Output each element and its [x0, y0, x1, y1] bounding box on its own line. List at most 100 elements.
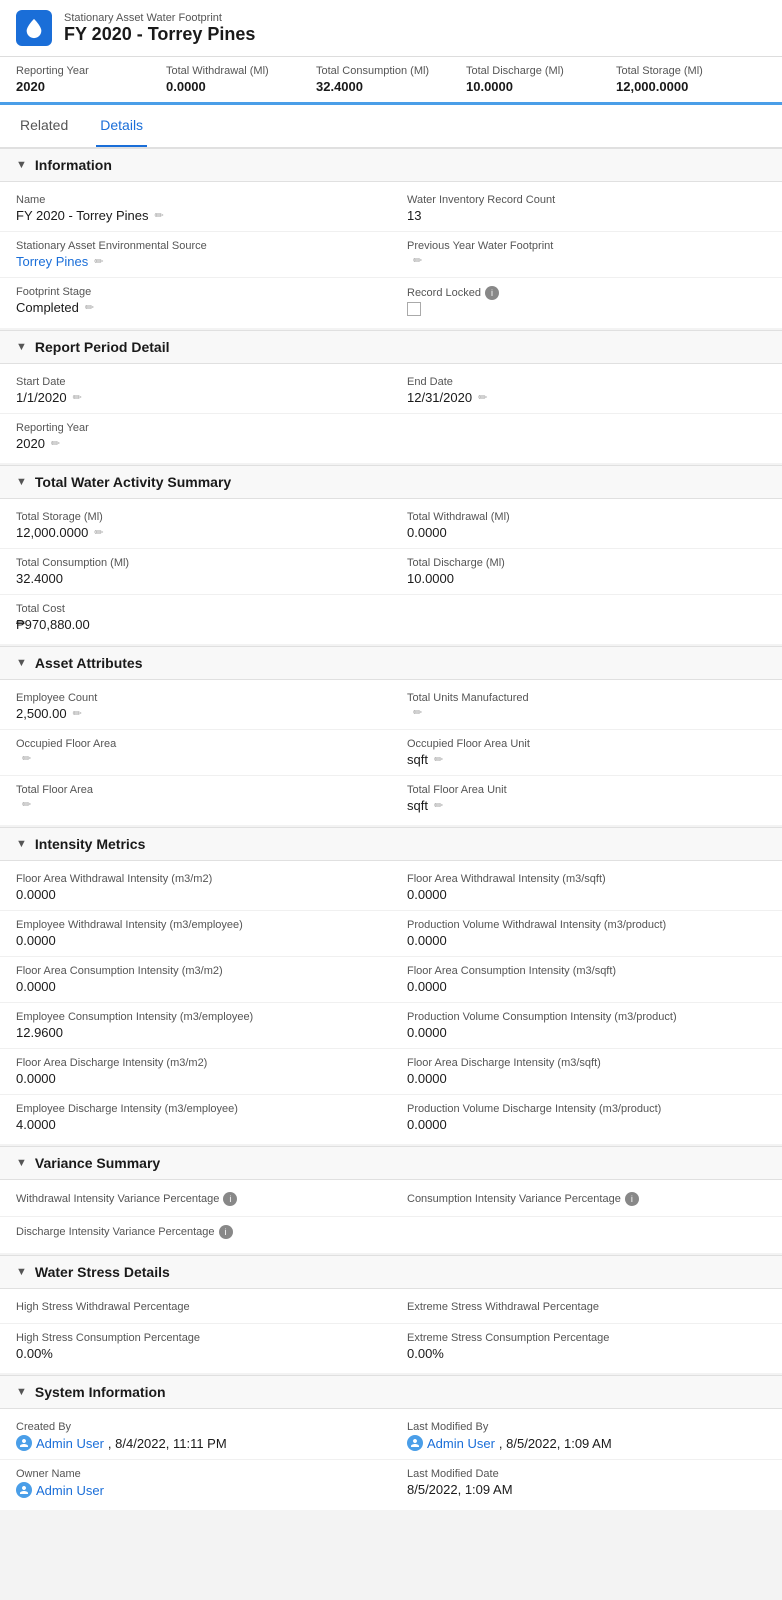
field-record-locked: Record Locked i: [391, 278, 782, 324]
section-water-stress: ▼ Water Stress Details High Stress Withd…: [0, 1255, 782, 1373]
information-fields: Name FY 2020 - Torrey Pines ✏ Water Inve…: [0, 182, 782, 328]
edit-icon[interactable]: ✏: [73, 707, 82, 720]
field-row: Floor Area Withdrawal Intensity (m3/m2)0…: [0, 865, 782, 911]
field-empty: [391, 414, 782, 459]
edit-icon[interactable]: ✏: [434, 799, 443, 812]
field-env-source-value[interactable]: Torrey Pines ✏: [16, 254, 375, 269]
section-system-info: ▼ System Information Created By Admin Us…: [0, 1375, 782, 1510]
asset-attributes-fields: Employee Count 2,500.00 ✏ Total Units Ma…: [0, 680, 782, 825]
edit-icon[interactable]: ✏: [154, 209, 163, 222]
field-record-locked-value: [407, 302, 766, 316]
system-info-fields: Created By Admin User, 8/4/2022, 11:11 P…: [0, 1409, 782, 1510]
section-water-activity-header[interactable]: ▼ Total Water Activity Summary: [0, 465, 782, 499]
field-occupied-floor-unit: Occupied Floor Area Unit sqft ✏: [391, 730, 782, 775]
field-row: Discharge Intensity Variance Percentage …: [0, 1217, 782, 1249]
field-withdrawal-variance: Withdrawal Intensity Variance Percentage…: [0, 1184, 391, 1216]
field-intensity-metric: Production Volume Discharge Intensity (m…: [391, 1095, 782, 1140]
header: Stationary Asset Water Footprint FY 2020…: [0, 0, 782, 148]
field-prev-footprint: Previous Year Water Footprint ✏: [391, 232, 782, 277]
created-by-link[interactable]: Admin User: [36, 1436, 104, 1451]
field-row: Occupied Floor Area ✏ Occupied Floor Are…: [0, 730, 782, 776]
field-row: Withdrawal Intensity Variance Percentage…: [0, 1184, 782, 1217]
section-asset-attributes-header[interactable]: ▼ Asset Attributes: [0, 646, 782, 680]
chevron-icon: ▼: [16, 657, 27, 669]
section-system-info-header[interactable]: ▼ System Information: [0, 1375, 782, 1409]
field-name-label: Name: [16, 194, 375, 206]
section-variance-summary-title: Variance Summary: [35, 1155, 160, 1171]
info-icon[interactable]: i: [625, 1192, 639, 1206]
stat-consumption: Total Consumption (Ml) 32.4000: [316, 65, 466, 94]
field-row: Total Floor Area ✏ Total Floor Area Unit…: [0, 776, 782, 821]
field-last-modified-date: Last Modified Date 8/5/2022, 1:09 AM: [391, 1460, 782, 1506]
field-extreme-withdrawal: Extreme Stress Withdrawal Percentage: [391, 1293, 782, 1323]
field-intensity-metric: Floor Area Discharge Intensity (m3/m2)0.…: [0, 1049, 391, 1094]
tab-bar: Related Details: [0, 105, 782, 148]
edit-icon[interactable]: ✏: [73, 391, 82, 404]
section-report-period-header[interactable]: ▼ Report Period Detail: [0, 330, 782, 364]
field-employee-count: Employee Count 2,500.00 ✏: [0, 684, 391, 729]
edit-icon[interactable]: ✏: [413, 706, 422, 719]
field-discharge-variance: Discharge Intensity Variance Percentage …: [0, 1217, 391, 1249]
edit-icon[interactable]: ✏: [434, 753, 443, 766]
field-intensity-metric: Floor Area Withdrawal Intensity (m3/m2)0…: [0, 865, 391, 910]
field-footprint-stage-label: Footprint Stage: [16, 286, 375, 298]
edit-icon[interactable]: ✏: [94, 526, 103, 539]
info-icon[interactable]: i: [485, 286, 499, 300]
stat-withdrawal: Total Withdrawal (Ml) 0.0000: [166, 65, 316, 94]
chevron-icon: ▼: [16, 1157, 27, 1169]
field-total-consumption: Total Consumption (Ml) 32.4000: [0, 549, 391, 594]
field-env-source: Stationary Asset Environmental Source To…: [0, 232, 391, 277]
chevron-icon: ▼: [16, 838, 27, 850]
field-intensity-metric: Floor Area Discharge Intensity (m3/sqft)…: [391, 1049, 782, 1094]
section-report-period-title: Report Period Detail: [35, 339, 170, 355]
edit-icon[interactable]: ✏: [22, 798, 31, 811]
edit-icon[interactable]: ✏: [478, 391, 487, 404]
section-information-header[interactable]: ▼ Information: [0, 148, 782, 182]
section-water-stress-header[interactable]: ▼ Water Stress Details: [0, 1255, 782, 1289]
field-occupied-floor-area: Occupied Floor Area ✏: [0, 730, 391, 775]
last-modified-by-link[interactable]: Admin User: [427, 1436, 495, 1451]
record-locked-checkbox[interactable]: [407, 302, 421, 316]
section-information: ▼ Information Name FY 2020 - Torrey Pine…: [0, 148, 782, 328]
field-empty: [391, 595, 782, 640]
field-row: Name FY 2020 - Torrey Pines ✏ Water Inve…: [0, 186, 782, 232]
field-row: Stationary Asset Environmental Source To…: [0, 232, 782, 278]
edit-icon[interactable]: ✏: [94, 255, 103, 268]
edit-icon[interactable]: ✏: [413, 254, 422, 267]
header-subtitle: Stationary Asset Water Footprint: [64, 12, 255, 24]
field-end-date: End Date 12/31/2020 ✏: [391, 368, 782, 413]
field-intensity-metric: Production Volume Withdrawal Intensity (…: [391, 911, 782, 956]
field-row: Created By Admin User, 8/4/2022, 11:11 P…: [0, 1413, 782, 1460]
field-row: Total Consumption (Ml) 32.4000 Total Dis…: [0, 549, 782, 595]
chevron-icon: ▼: [16, 159, 27, 171]
field-row: High Stress Consumption Percentage 0.00%…: [0, 1324, 782, 1369]
chevron-icon: ▼: [16, 476, 27, 488]
field-last-modified-by: Last Modified By Admin User, 8/5/2022, 1…: [391, 1413, 782, 1459]
section-water-activity: ▼ Total Water Activity Summary Total Sto…: [0, 465, 782, 644]
tab-details[interactable]: Details: [96, 105, 147, 147]
field-total-units: Total Units Manufactured ✏: [391, 684, 782, 729]
owner-link[interactable]: Admin User: [36, 1483, 104, 1498]
field-start-date: Start Date 1/1/2020 ✏: [0, 368, 391, 413]
section-variance-summary-header[interactable]: ▼ Variance Summary: [0, 1146, 782, 1180]
field-row: Floor Area Consumption Intensity (m3/m2)…: [0, 957, 782, 1003]
field-total-discharge: Total Discharge (Ml) 10.0000: [391, 549, 782, 594]
field-intensity-metric: Floor Area Consumption Intensity (m3/m2)…: [0, 957, 391, 1002]
app-icon: [16, 10, 52, 46]
field-prev-footprint-label: Previous Year Water Footprint: [407, 240, 766, 252]
field-intensity-metric: Floor Area Withdrawal Intensity (m3/sqft…: [391, 865, 782, 910]
edit-icon[interactable]: ✏: [51, 437, 60, 450]
info-icon[interactable]: i: [223, 1192, 237, 1206]
field-row: Owner Name Admin User Last Modified Date…: [0, 1460, 782, 1506]
chevron-icon: ▼: [16, 341, 27, 353]
edit-icon[interactable]: ✏: [22, 752, 31, 765]
section-report-period: ▼ Report Period Detail Start Date 1/1/20…: [0, 330, 782, 463]
stats-bar: Reporting Year 2020 Total Withdrawal (Ml…: [0, 57, 782, 105]
info-icon[interactable]: i: [219, 1225, 233, 1239]
edit-icon[interactable]: ✏: [85, 301, 94, 314]
tab-related[interactable]: Related: [16, 105, 72, 147]
field-record-locked-label: Record Locked i: [407, 286, 766, 300]
field-consumption-variance: Consumption Intensity Variance Percentag…: [391, 1184, 782, 1216]
section-variance-summary: ▼ Variance Summary Withdrawal Intensity …: [0, 1146, 782, 1253]
section-intensity-metrics-header[interactable]: ▼ Intensity Metrics: [0, 827, 782, 861]
